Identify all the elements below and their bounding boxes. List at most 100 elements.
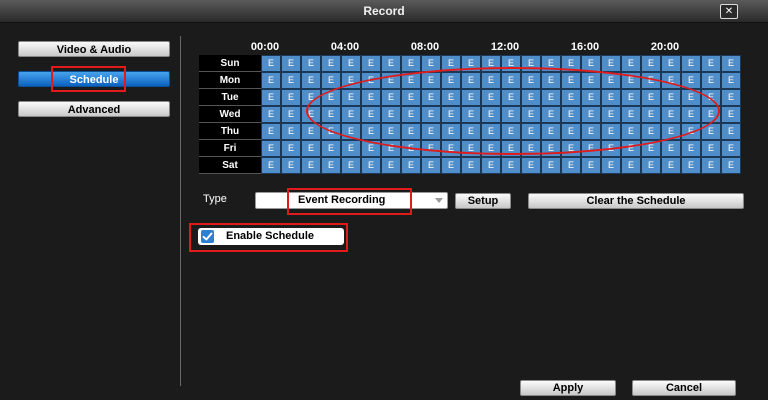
schedule-cell[interactable]: E bbox=[401, 157, 421, 174]
schedule-cell[interactable]: E bbox=[501, 157, 521, 174]
schedule-cell[interactable]: E bbox=[601, 123, 621, 140]
schedule-cell[interactable]: E bbox=[701, 106, 721, 123]
schedule-cell[interactable]: E bbox=[321, 55, 341, 72]
schedule-cell[interactable]: E bbox=[441, 89, 461, 106]
schedule-cell[interactable]: E bbox=[441, 72, 461, 89]
schedule-cell[interactable]: E bbox=[621, 72, 641, 89]
schedule-cell[interactable]: E bbox=[261, 55, 281, 72]
schedule-cell[interactable]: E bbox=[681, 89, 701, 106]
close-icon[interactable]: ✕ bbox=[720, 4, 738, 19]
sidebar-item-schedule[interactable]: Schedule bbox=[18, 71, 170, 87]
schedule-cell[interactable]: E bbox=[421, 123, 441, 140]
schedule-cell[interactable]: E bbox=[481, 55, 501, 72]
schedule-cell[interactable]: E bbox=[301, 123, 321, 140]
schedule-cell[interactable]: E bbox=[361, 140, 381, 157]
schedule-cell[interactable]: E bbox=[641, 123, 661, 140]
schedule-cell[interactable]: E bbox=[461, 89, 481, 106]
schedule-cell[interactable]: E bbox=[721, 89, 741, 106]
schedule-cell[interactable]: E bbox=[541, 106, 561, 123]
schedule-cell[interactable]: E bbox=[661, 89, 681, 106]
schedule-cell[interactable]: E bbox=[721, 72, 741, 89]
schedule-cell[interactable]: E bbox=[421, 72, 441, 89]
schedule-cell[interactable]: E bbox=[541, 89, 561, 106]
schedule-cell[interactable]: E bbox=[481, 106, 501, 123]
schedule-cell[interactable]: E bbox=[481, 72, 501, 89]
schedule-cell[interactable]: E bbox=[261, 72, 281, 89]
schedule-cell[interactable]: E bbox=[701, 123, 721, 140]
schedule-cell[interactable]: E bbox=[261, 140, 281, 157]
schedule-cell[interactable]: E bbox=[381, 140, 401, 157]
schedule-cell[interactable]: E bbox=[301, 72, 321, 89]
schedule-cell[interactable]: E bbox=[361, 55, 381, 72]
schedule-cell[interactable]: E bbox=[521, 89, 541, 106]
schedule-cell[interactable]: E bbox=[581, 89, 601, 106]
schedule-cell[interactable]: E bbox=[401, 72, 421, 89]
schedule-cell[interactable]: E bbox=[301, 89, 321, 106]
schedule-cell[interactable]: E bbox=[661, 55, 681, 72]
schedule-cell[interactable]: E bbox=[261, 106, 281, 123]
schedule-cell[interactable]: E bbox=[641, 157, 661, 174]
schedule-cell[interactable]: E bbox=[621, 157, 641, 174]
schedule-cell[interactable]: E bbox=[481, 123, 501, 140]
schedule-cell[interactable]: E bbox=[681, 72, 701, 89]
schedule-cell[interactable]: E bbox=[721, 106, 741, 123]
schedule-cell[interactable]: E bbox=[581, 55, 601, 72]
schedule-cell[interactable]: E bbox=[381, 123, 401, 140]
schedule-cell[interactable]: E bbox=[301, 55, 321, 72]
schedule-cell[interactable]: E bbox=[641, 89, 661, 106]
sidebar-item-video-audio[interactable]: Video & Audio bbox=[18, 41, 170, 57]
schedule-cell[interactable]: E bbox=[701, 140, 721, 157]
sidebar-item-advanced[interactable]: Advanced bbox=[18, 101, 170, 117]
schedule-cell[interactable]: E bbox=[341, 55, 361, 72]
setup-button[interactable]: Setup bbox=[455, 193, 511, 209]
schedule-cell[interactable]: E bbox=[401, 123, 421, 140]
schedule-cell[interactable]: E bbox=[561, 55, 581, 72]
schedule-cell[interactable]: E bbox=[301, 106, 321, 123]
schedule-cell[interactable]: E bbox=[601, 72, 621, 89]
schedule-cell[interactable]: E bbox=[581, 106, 601, 123]
schedule-cell[interactable]: E bbox=[621, 106, 641, 123]
schedule-cell[interactable]: E bbox=[281, 106, 301, 123]
schedule-cell[interactable]: E bbox=[521, 140, 541, 157]
schedule-cell[interactable]: E bbox=[621, 123, 641, 140]
schedule-cell[interactable]: E bbox=[681, 123, 701, 140]
schedule-cell[interactable]: E bbox=[381, 72, 401, 89]
schedule-cell[interactable]: E bbox=[361, 123, 381, 140]
schedule-cell[interactable]: E bbox=[421, 140, 441, 157]
schedule-cell[interactable]: E bbox=[581, 72, 601, 89]
schedule-cell[interactable]: E bbox=[461, 72, 481, 89]
schedule-cell[interactable]: E bbox=[341, 106, 361, 123]
schedule-cell[interactable]: E bbox=[701, 72, 721, 89]
enable-schedule-toggle[interactable]: Enable Schedule bbox=[198, 228, 344, 245]
schedule-cell[interactable]: E bbox=[561, 123, 581, 140]
schedule-cell[interactable]: E bbox=[721, 140, 741, 157]
schedule-cell[interactable]: E bbox=[301, 157, 321, 174]
schedule-cell[interactable]: E bbox=[441, 157, 461, 174]
schedule-cell[interactable]: E bbox=[501, 123, 521, 140]
cancel-button[interactable]: Cancel bbox=[632, 380, 736, 396]
schedule-cell[interactable]: E bbox=[501, 72, 521, 89]
schedule-cell[interactable]: E bbox=[601, 157, 621, 174]
schedule-cell[interactable]: E bbox=[321, 157, 341, 174]
schedule-cell[interactable]: E bbox=[321, 89, 341, 106]
schedule-cell[interactable]: E bbox=[581, 140, 601, 157]
schedule-cell[interactable]: E bbox=[521, 72, 541, 89]
schedule-cell[interactable]: E bbox=[421, 157, 441, 174]
schedule-cell[interactable]: E bbox=[541, 72, 561, 89]
schedule-cell[interactable]: E bbox=[681, 106, 701, 123]
schedule-cell[interactable]: E bbox=[541, 123, 561, 140]
schedule-cell[interactable]: E bbox=[281, 157, 301, 174]
schedule-cell[interactable]: E bbox=[681, 157, 701, 174]
schedule-cell[interactable]: E bbox=[521, 55, 541, 72]
schedule-cell[interactable]: E bbox=[641, 72, 661, 89]
schedule-cell[interactable]: E bbox=[461, 157, 481, 174]
schedule-cell[interactable]: E bbox=[661, 72, 681, 89]
schedule-cell[interactable]: E bbox=[561, 72, 581, 89]
schedule-cell[interactable]: E bbox=[521, 106, 541, 123]
schedule-cell[interactable]: E bbox=[321, 123, 341, 140]
schedule-cell[interactable]: E bbox=[321, 106, 341, 123]
schedule-cell[interactable]: E bbox=[441, 106, 461, 123]
schedule-cell[interactable]: E bbox=[561, 140, 581, 157]
schedule-cell[interactable]: E bbox=[521, 123, 541, 140]
schedule-cell[interactable]: E bbox=[621, 140, 641, 157]
